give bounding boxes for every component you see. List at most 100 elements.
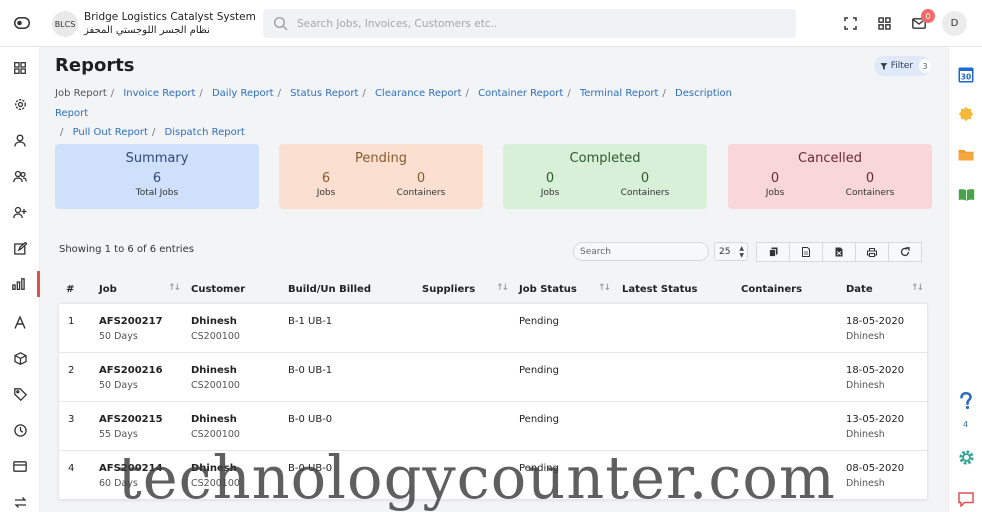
job-number[interactable]: AFS200216 [99, 363, 163, 378]
global-search-input[interactable] [297, 17, 777, 30]
summary-cards: Summary 6 Total Jobs Pending 6 Jobs 0 Co… [55, 144, 932, 209]
col-header-latest-status[interactable]: Latest Status [622, 284, 697, 295]
col-header-job-status[interactable]: Job Status [519, 284, 577, 295]
apps-grid-icon[interactable] [876, 15, 892, 31]
completed-containers: 0 Containers [600, 171, 690, 199]
brand-name-english: Bridge Logistics Catalyst System [84, 11, 256, 23]
global-search[interactable] [263, 9, 796, 38]
build-cell: B-0 UB-0 [288, 463, 333, 474]
sidebar-user-icon[interactable] [0, 127, 40, 153]
breadcrumb-separator: / [277, 88, 281, 99]
customer-name[interactable]: Dhinesh [191, 314, 240, 329]
breadcrumb-separator: / [60, 127, 64, 138]
filter-button[interactable]: Filter 3 [874, 56, 931, 76]
report-link-terminal[interactable]: Terminal Report [580, 88, 659, 99]
report-link-invoice[interactable]: Invoice Report [123, 88, 195, 99]
entries-info: Showing 1 to 6 of 6 entries [59, 244, 194, 255]
col-header-suppliers[interactable]: Suppliers [422, 284, 475, 295]
job-status-cell: Pending [519, 316, 559, 327]
table-row[interactable]: 2 AFS200216 50 Days Dhinesh CS200100 B-0 U… [59, 353, 927, 402]
table-row[interactable]: 3 AFS200215 55 Days Dhinesh CS200100 B-0 U… [59, 402, 927, 451]
col-header-date[interactable]: Date [846, 284, 873, 295]
copy-button[interactable] [756, 242, 790, 262]
sidebar-settings-icon[interactable] [0, 91, 40, 117]
date-value: 18-05-2020 [846, 365, 905, 376]
pending-containers-value: 0 [416, 171, 426, 186]
pending-jobs: 6 Jobs [281, 171, 371, 199]
report-link-status[interactable]: Status Report [290, 88, 358, 99]
pending-card: Pending 6 Jobs 0 Containers [279, 144, 483, 209]
page-size-select[interactable]: 25 ▲ ▼ [714, 242, 748, 261]
customer-name[interactable]: Dhinesh [191, 461, 240, 476]
job-status-cell: Pending [519, 414, 559, 425]
job-status-cell: Pending [519, 463, 559, 474]
menu-toggle-icon[interactable] [14, 15, 30, 31]
help-icon[interactable] [957, 392, 975, 410]
sort-arrows-icon[interactable]: ↑↓ [911, 283, 924, 293]
date-value: 18-05-2020 [846, 316, 905, 327]
date-cell: 18-05-2020 Dhinesh [846, 363, 904, 393]
pending-containers: 0 Containers [376, 171, 466, 199]
col-header-customer[interactable]: Customer [191, 284, 245, 295]
col-header-job[interactable]: Job [99, 284, 117, 295]
chat-icon[interactable] [957, 490, 975, 508]
sidebar-clock-icon[interactable] [0, 417, 40, 443]
date-value: 08-05-2020 [846, 463, 905, 474]
job-number[interactable]: AFS200217 [99, 314, 163, 329]
job-number[interactable]: AFS200214 [99, 461, 163, 476]
gear-icon[interactable] [957, 448, 975, 466]
fullscreen-icon[interactable] [842, 15, 858, 31]
sticky-note-icon[interactable] [957, 105, 975, 123]
sort-arrows-icon[interactable]: ↑↓ [598, 283, 611, 293]
sort-arrows-icon[interactable]: ↑↓ [168, 283, 181, 293]
sidebar-dashboard-icon[interactable] [0, 55, 40, 81]
breadcrumb-separator: / [567, 88, 571, 99]
job-age: 50 Days [99, 380, 138, 391]
col-header-containers[interactable]: Containers [741, 284, 802, 295]
user-avatar[interactable]: D [942, 11, 967, 36]
build-cell: B-0 UB-1 [288, 365, 333, 376]
customer-code: CS200100 [191, 331, 240, 342]
sidebar-reports-icon[interactable] [0, 271, 40, 297]
calendar-icon[interactable]: 30 [957, 65, 975, 83]
customer-name[interactable]: Dhinesh [191, 363, 240, 378]
sidebar-card-icon[interactable] [0, 453, 40, 479]
breadcrumb-separator: / [465, 88, 469, 99]
sidebar-edit-icon[interactable] [0, 235, 40, 261]
sidebar-tag-icon[interactable] [0, 381, 40, 407]
customer-name[interactable]: Dhinesh [191, 412, 240, 427]
sidebar-font-icon[interactable] [0, 309, 40, 335]
table-row[interactable]: 4 AFS200214 60 Days Dhinesh CS200100 B-0 U… [59, 451, 927, 500]
job-status-cell: Pending [519, 365, 559, 376]
folder-icon[interactable] [957, 145, 975, 163]
sidebar-box-icon[interactable] [0, 345, 40, 371]
job-number[interactable]: AFS200215 [99, 412, 163, 427]
build-cell: B-1 UB-1 [288, 316, 333, 327]
col-header-build[interactable]: Build/Un Billed [288, 284, 371, 295]
filter-icon [880, 62, 888, 70]
date-by: Dhinesh [846, 380, 885, 391]
report-link-clearance[interactable]: Clearance Report [375, 88, 462, 99]
table-search-input[interactable] [573, 242, 709, 261]
book-icon[interactable] [957, 185, 975, 203]
sidebar-transfer-icon[interactable] [0, 489, 40, 512]
report-link-pull-out[interactable]: Pull Out Report [73, 127, 148, 138]
table-row[interactable]: 1 AFS200217 50 Days Dhinesh CS200100 B-1 U… [59, 304, 927, 353]
col-header-num[interactable]: # [66, 284, 74, 295]
sort-arrows-icon[interactable]: ↑↓ [496, 283, 509, 293]
report-link-daily[interactable]: Daily Report [212, 88, 274, 99]
excel-button[interactable] [822, 242, 856, 262]
csv-button[interactable] [789, 242, 823, 262]
print-button[interactable] [855, 242, 889, 262]
job-cell: AFS200214 60 Days [99, 461, 163, 491]
filter-count-badge: 3 [919, 59, 931, 73]
report-link-container[interactable]: Container Report [478, 88, 563, 99]
sidebar-add-user-icon[interactable] [0, 199, 40, 225]
report-link-dispatch[interactable]: Dispatch Report [165, 127, 245, 138]
sidebar-users-icon[interactable] [0, 163, 40, 189]
report-link-job[interactable]: Job Report [55, 88, 107, 99]
date-cell: 08-05-2020 Dhinesh [846, 461, 904, 491]
brand-logo[interactable]: BLCS [52, 11, 78, 37]
refresh-button[interactable] [888, 242, 922, 262]
completed-jobs-label: Jobs [540, 188, 560, 198]
